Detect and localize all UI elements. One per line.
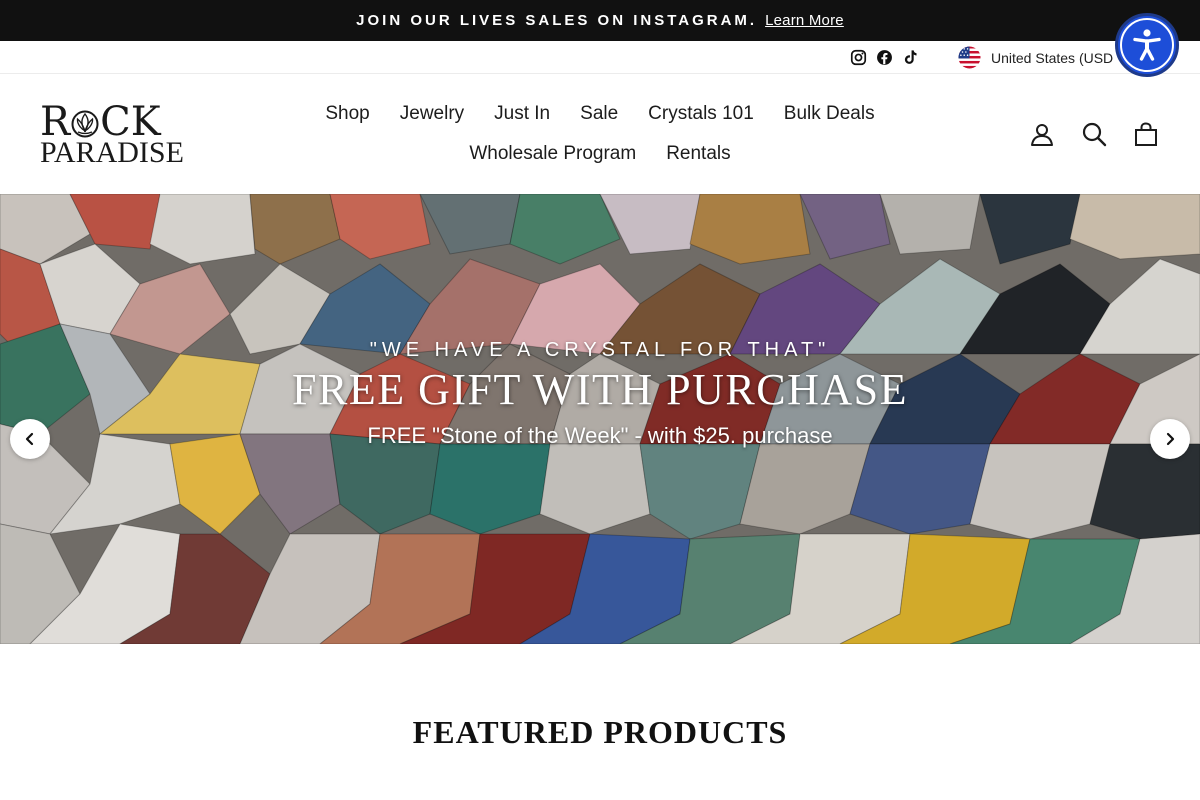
- chevron-left-icon: [25, 432, 34, 446]
- currency-label: United States (USD: [991, 49, 1114, 66]
- announcement-text: JOIN OUR LIVES SALES ON INSTAGRAM.: [356, 12, 758, 29]
- slideshow-next-button[interactable]: [1150, 419, 1190, 459]
- site-header: R CK PARADISE Shop Jewelry Just In Sale …: [0, 74, 1200, 194]
- nav-bulk-deals[interactable]: Bulk Deals: [769, 94, 890, 134]
- accessibility-ring: [1120, 18, 1174, 72]
- search-icon[interactable]: [1081, 121, 1107, 147]
- slideshow-prev-button[interactable]: [10, 419, 50, 459]
- accessibility-icon: [1133, 29, 1161, 61]
- nav-jewelry[interactable]: Jewelry: [385, 94, 479, 134]
- nav-rentals[interactable]: Rentals: [651, 134, 745, 174]
- utility-bar: United States (USD: [0, 41, 1200, 74]
- instagram-icon[interactable]: [850, 49, 867, 66]
- main-nav: Shop Jewelry Just In Sale Crystals 101 B…: [220, 94, 980, 174]
- header-actions: [1029, 121, 1159, 147]
- currency-selector[interactable]: United States (USD: [958, 46, 1113, 69]
- logo-letters-ck: CK: [100, 99, 161, 145]
- nav-just-in[interactable]: Just In: [479, 94, 565, 134]
- nav-wholesale-program[interactable]: Wholesale Program: [454, 134, 651, 174]
- hero-caption: "WE HAVE A CRYSTAL FOR THAT" FREE GIFT W…: [0, 339, 1200, 449]
- account-icon[interactable]: [1029, 121, 1055, 147]
- hero-title: FREE GIFT WITH PURCHASE: [292, 365, 908, 414]
- featured-products-heading: FEATURED PRODUCTS: [412, 714, 788, 750]
- tiktok-icon[interactable]: [902, 49, 919, 66]
- accessibility-button[interactable]: [1115, 13, 1179, 77]
- logo-wordmark-bottom: PARADISE: [40, 136, 184, 169]
- chevron-right-icon: [1166, 432, 1175, 446]
- announcement-bar: JOIN OUR LIVES SALES ON INSTAGRAM. Learn…: [0, 0, 1200, 41]
- cart-icon[interactable]: [1133, 121, 1159, 147]
- nav-crystals-101[interactable]: Crystals 101: [633, 94, 769, 134]
- nav-shop[interactable]: Shop: [310, 94, 384, 134]
- logo-letter-r: R: [40, 99, 71, 145]
- hero-kicker: "WE HAVE A CRYSTAL FOR THAT": [369, 339, 831, 361]
- logo-wordmark-top: R CK: [40, 99, 180, 145]
- us-flag-icon: [958, 46, 981, 69]
- hero-slideshow: "WE HAVE A CRYSTAL FOR THAT" FREE GIFT W…: [0, 194, 1200, 644]
- social-links: [850, 49, 919, 66]
- learn-more-link[interactable]: Learn More: [765, 12, 844, 29]
- facebook-icon[interactable]: [876, 49, 893, 66]
- hero-subtitle: FREE "Stone of the Week" - with $25. pur…: [367, 423, 833, 448]
- lotus-crystal-icon: [71, 108, 99, 138]
- rock-paradise-logo[interactable]: R CK PARADISE: [40, 99, 184, 169]
- nav-sale[interactable]: Sale: [565, 94, 633, 134]
